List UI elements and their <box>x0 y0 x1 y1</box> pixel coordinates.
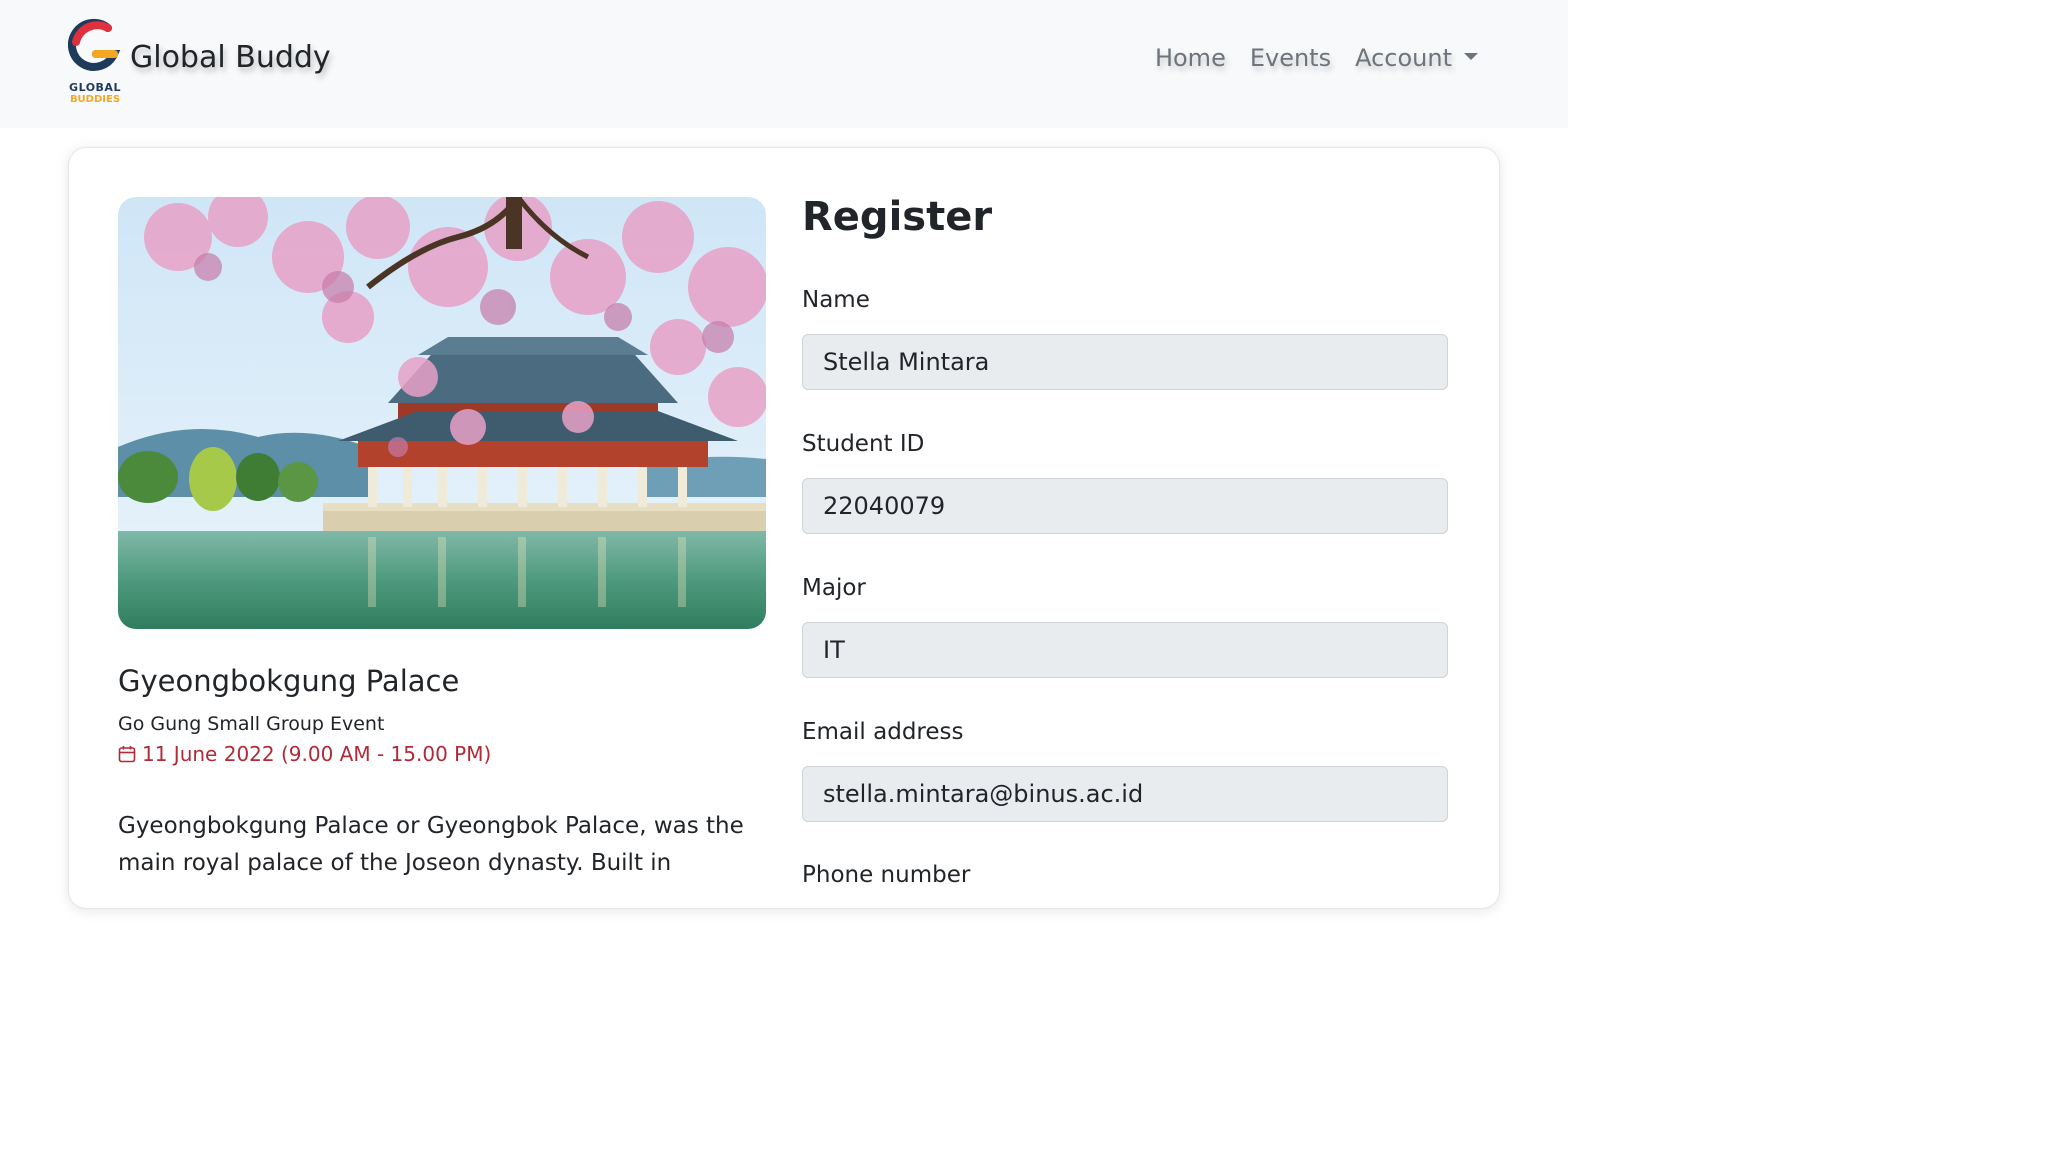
dropdown-caret-icon <box>1464 52 1478 60</box>
nav-home-link[interactable]: Home <box>1143 44 1238 72</box>
palace-illustration <box>118 197 766 629</box>
calendar-icon <box>118 746 136 763</box>
logo-text-global: GLOBAL <box>69 81 121 94</box>
student-id-label: Student ID <box>802 431 925 457</box>
logo-text-buddies: BUDDIES <box>69 94 121 105</box>
global-buddies-logo[interactable]: GLOBAL BUDDIES <box>66 18 124 110</box>
event-description: Gyeongbokgung Palace or Gyeongbok Palace… <box>118 813 744 876</box>
logo-text: GLOBAL BUDDIES <box>66 82 124 106</box>
nav-account-label: Account <box>1355 44 1452 72</box>
major-field[interactable] <box>802 622 1448 678</box>
event-date: 11 June 2022 (9.00 AM - 15.00 PM) <box>118 742 491 766</box>
register-heading: Register <box>802 194 993 240</box>
event-title: Gyeongbokgung Palace <box>118 664 460 698</box>
logo-g-mark <box>68 18 121 71</box>
email-field[interactable] <box>802 766 1448 822</box>
nav-menu: Home Events Account <box>1143 44 1490 72</box>
name-field[interactable] <box>802 334 1448 390</box>
phone-label: Phone number <box>802 862 971 888</box>
brand[interactable]: GLOBAL BUDDIES Global Buddy <box>66 18 331 110</box>
email-label: Email address <box>802 719 964 745</box>
event-photo <box>118 197 766 629</box>
nav-account-dropdown[interactable]: Account <box>1343 44 1490 72</box>
student-id-field[interactable] <box>802 478 1448 534</box>
event-date-text: 11 June 2022 (9.00 AM - 15.00 PM) <box>142 742 492 766</box>
nav-events-link[interactable]: Events <box>1238 44 1343 72</box>
major-label: Major <box>802 575 866 601</box>
name-label: Name <box>802 287 870 313</box>
navbar: GLOBAL BUDDIES Global Buddy Home Events … <box>0 0 1568 128</box>
event-subtitle: Go Gung Small Group Event <box>118 713 385 735</box>
brand-name[interactable]: Global Buddy <box>130 40 331 75</box>
